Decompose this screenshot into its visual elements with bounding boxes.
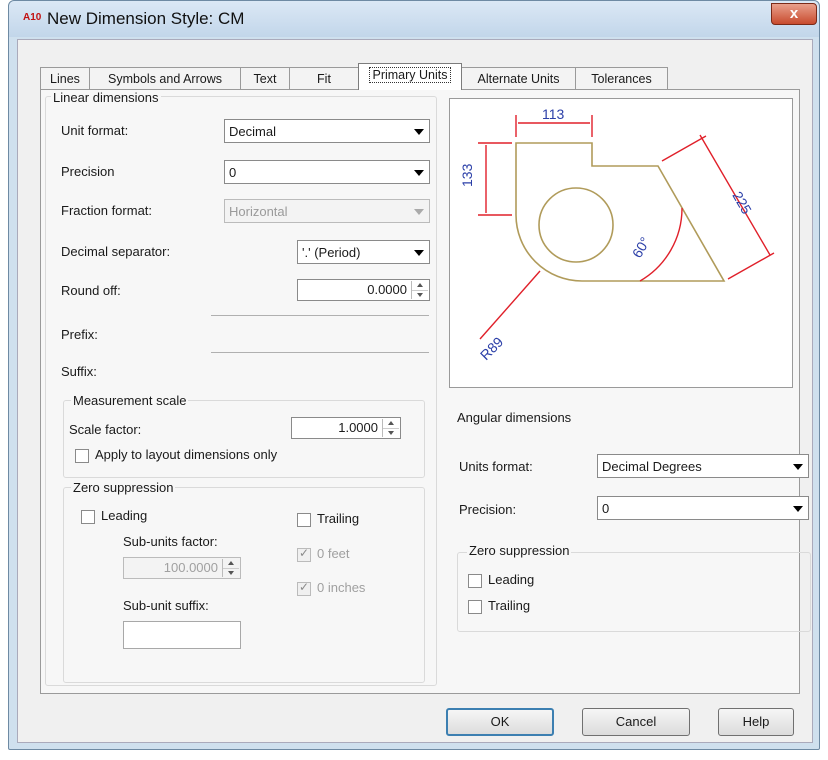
- trailing-label: Trailing: [317, 511, 360, 526]
- angular-precision-label: Precision:: [459, 502, 517, 517]
- fraction-format-value: Horizontal: [229, 204, 288, 219]
- angular-trailing-label: Trailing: [488, 598, 531, 613]
- dim-133-text: 133: [459, 163, 475, 187]
- angular-zero-suppression-group: [457, 552, 811, 632]
- angular-leading-label: Leading: [488, 572, 535, 587]
- tab-label: Alternate Units: [477, 72, 560, 86]
- measurement-scale-group: [63, 400, 425, 478]
- decimal-separator-value: '.' (Period): [302, 245, 361, 260]
- angular-leading-checkbox[interactable]: [468, 574, 482, 588]
- primary-units-panel: Linear dimensions Unit format: Decimal P…: [40, 89, 811, 694]
- apply-layout-checkbox[interactable]: [75, 449, 89, 463]
- zero-inches-label: 0 inches: [317, 580, 366, 595]
- apply-layout-label: Apply to layout dimensions only: [95, 447, 278, 462]
- fraction-format-label: Fraction format:: [61, 203, 153, 218]
- tab-text[interactable]: Text: [240, 67, 290, 89]
- round-off-spinner[interactable]: 0.0000: [297, 279, 430, 301]
- dim-60-text: 60°: [629, 234, 653, 260]
- round-off-label: Round off:: [61, 283, 121, 298]
- ok-button[interactable]: OK: [446, 708, 554, 736]
- preview-dimension-lines: [478, 115, 775, 340]
- tab-label: Primary Units: [369, 67, 451, 83]
- units-format-label: Units format:: [459, 459, 533, 474]
- tab-primary-units[interactable]: Primary Units: [358, 63, 462, 90]
- angular-zero-suppression-heading: Zero suppression: [467, 543, 572, 558]
- chevron-down-icon: [793, 464, 803, 470]
- zero-suppression-heading: Zero suppression: [71, 480, 176, 495]
- precision-label: Precision: [61, 164, 115, 179]
- dialog-window: A10 New Dimension Style: CM x Lines Symb…: [8, 0, 820, 750]
- zero-inches-checkbox: [297, 580, 311, 596]
- preview-dimension-text: 113 133 225 60° R89: [459, 106, 755, 363]
- units-format-select[interactable]: Decimal Degrees: [597, 454, 809, 478]
- tab-label: Text: [253, 72, 277, 86]
- spin-down-icon[interactable]: [383, 428, 399, 437]
- tab-alternate-units[interactable]: Alternate Units: [461, 67, 576, 89]
- linear-dimensions-heading: Linear dimensions: [51, 90, 161, 105]
- prefix-input[interactable]: [211, 352, 429, 353]
- angular-trailing-checkbox[interactable]: [468, 600, 482, 614]
- units-format-value: Decimal Degrees: [602, 459, 702, 474]
- precision-select[interactable]: 0: [224, 160, 430, 184]
- tab-label: Lines: [50, 72, 80, 86]
- chevron-down-icon: [414, 209, 424, 215]
- tab-lines[interactable]: Lines: [40, 67, 90, 89]
- dialog-client-area: Lines Symbols and Arrows Text Fit Primar…: [17, 39, 813, 743]
- unit-format-label: Unit format:: [61, 123, 129, 138]
- chevron-down-icon: [414, 250, 424, 256]
- tab-label: Fit: [317, 72, 331, 86]
- fraction-format-select: Horizontal: [224, 199, 430, 223]
- tab-fit[interactable]: Fit: [289, 67, 359, 89]
- leading-checkbox[interactable]: [81, 510, 95, 524]
- decimal-separator-label: Decimal separator:: [61, 244, 171, 259]
- preview-shape: [515, 142, 726, 282]
- help-button[interactable]: Help: [718, 708, 794, 736]
- angular-dimensions-heading: Angular dimensions: [457, 410, 572, 425]
- window-title: New Dimension Style: CM: [47, 9, 245, 28]
- sub-unit-suffix-input[interactable]: [123, 621, 241, 649]
- decimal-separator-select[interactable]: '.' (Period): [297, 240, 430, 264]
- zero-feet-checkbox: [297, 546, 311, 562]
- chevron-down-icon: [793, 506, 803, 512]
- tab-symbols-and-arrows[interactable]: Symbols and Arrows: [89, 67, 241, 89]
- dim-113-text: 113: [542, 106, 565, 122]
- spinner-buttons[interactable]: [382, 419, 399, 437]
- measurement-scale-heading: Measurement scale: [71, 393, 189, 408]
- unit-format-value: Decimal: [229, 124, 276, 139]
- app-icon: A10: [23, 12, 42, 23]
- sub-units-factor-label: Sub-units factor:: [123, 534, 218, 549]
- tab-label: Symbols and Arrows: [108, 72, 222, 86]
- title-bar[interactable]: A10 New Dimension Style: CM x: [9, 1, 819, 37]
- precision-value: 0: [229, 165, 237, 180]
- spin-down-icon[interactable]: [412, 290, 428, 299]
- tab-label: Tolerances: [591, 72, 652, 86]
- trailing-checkbox[interactable]: [297, 513, 311, 527]
- unit-format-select[interactable]: Decimal: [224, 119, 430, 143]
- spin-down-icon: [223, 568, 239, 577]
- divider: [211, 315, 429, 316]
- sub-unit-suffix-label: Sub-unit suffix:: [123, 598, 209, 613]
- cancel-button[interactable]: Cancel: [582, 708, 690, 736]
- close-button[interactable]: x: [771, 3, 817, 25]
- angular-precision-value: 0: [602, 501, 610, 516]
- spinner-buttons: [222, 559, 239, 577]
- scale-factor-value: 1.0000: [338, 420, 378, 435]
- suffix-label: Suffix:: [61, 364, 97, 379]
- preview-drawing: 113 133 225 60° R89: [459, 106, 775, 363]
- spinner-buttons[interactable]: [411, 281, 428, 299]
- sub-units-factor-spinner: 100.0000: [123, 557, 241, 579]
- chevron-down-icon: [414, 170, 424, 176]
- angular-precision-select[interactable]: 0: [597, 496, 809, 520]
- scale-factor-spinner[interactable]: 1.0000: [291, 417, 401, 439]
- round-off-value: 0.0000: [367, 282, 407, 297]
- sub-units-factor-value: 100.0000: [163, 560, 218, 575]
- dimension-preview: 113 133 225 60° R89: [449, 98, 793, 388]
- chevron-down-icon: [414, 129, 424, 135]
- leading-label: Leading: [101, 508, 148, 523]
- prefix-label: Prefix:: [61, 327, 98, 342]
- tab-tolerances[interactable]: Tolerances: [575, 67, 668, 89]
- zero-feet-label: 0 feet: [317, 546, 350, 561]
- scale-factor-label: Scale factor:: [69, 422, 142, 437]
